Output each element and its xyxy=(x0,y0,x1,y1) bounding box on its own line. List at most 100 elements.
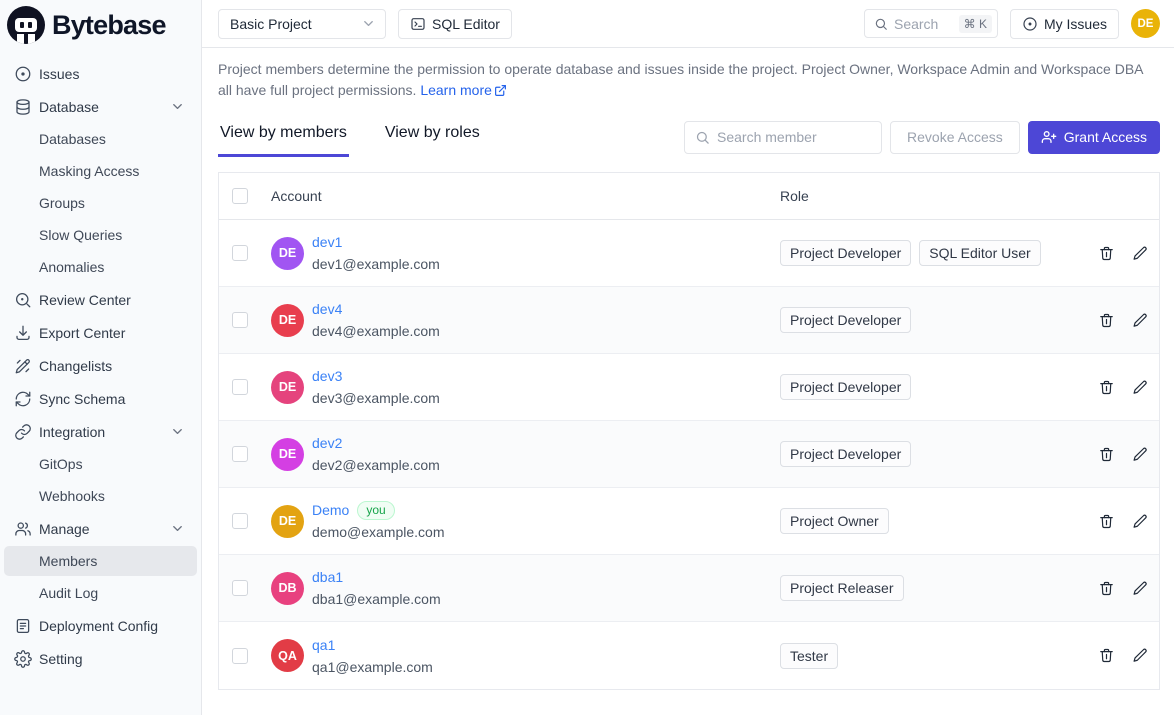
sidebar-item-gitops[interactable]: GitOps xyxy=(4,449,197,479)
sidebar-item-label: Setting xyxy=(39,651,83,667)
pencil-ruler-icon xyxy=(14,357,32,375)
role-chip: Project Developer xyxy=(780,240,911,266)
select-all-checkbox[interactable] xyxy=(232,188,248,204)
sidebar-item-review-center[interactable]: Review Center xyxy=(4,284,197,315)
delete-member-button[interactable] xyxy=(1098,513,1115,530)
search-input[interactable]: Search ⌘ K xyxy=(864,9,998,38)
member-name-link[interactable]: qa1 xyxy=(312,634,335,656)
edit-member-button[interactable] xyxy=(1132,580,1149,597)
sidebar-item-anomalies[interactable]: Anomalies xyxy=(4,252,197,282)
tab-view-by-roles[interactable]: View by roles xyxy=(383,118,482,157)
sidebar-item-databases[interactable]: Databases xyxy=(4,124,197,154)
role-chip: Project Developer xyxy=(780,374,911,400)
sidebar-item-label: Deployment Config xyxy=(39,618,158,634)
member-name-link[interactable]: dev4 xyxy=(312,298,342,320)
member-name-link[interactable]: dev3 xyxy=(312,365,342,387)
sidebar-item-deployment-config[interactable]: Deployment Config xyxy=(4,610,197,641)
link-icon xyxy=(14,423,32,441)
row-checkbox[interactable] xyxy=(232,312,248,328)
my-issues-label: My Issues xyxy=(1044,16,1107,32)
sidebar-item-export-center[interactable]: Export Center xyxy=(4,317,197,348)
member-name-link[interactable]: dev1 xyxy=(312,231,342,253)
sidebar-item-changelists[interactable]: Changelists xyxy=(4,350,197,381)
circle-dot-icon xyxy=(1022,16,1038,32)
user-avatar[interactable]: DE xyxy=(1131,9,1160,38)
download-icon xyxy=(14,324,32,342)
brand-logo[interactable]: Bytebase xyxy=(0,0,201,50)
column-header-role: Role xyxy=(761,188,1088,204)
row-checkbox[interactable] xyxy=(232,245,248,261)
grant-access-button[interactable]: Grant Access xyxy=(1028,121,1160,154)
chevron-down-icon xyxy=(361,16,376,31)
sidebar-item-manage[interactable]: Manage xyxy=(4,513,197,544)
main-area: Basic Project SQL Editor Search ⌘ K My I… xyxy=(202,0,1174,715)
sidebar-item-audit-log[interactable]: Audit Log xyxy=(4,578,197,608)
project-select-value: Basic Project xyxy=(230,16,312,32)
edit-member-button[interactable] xyxy=(1132,245,1149,262)
edit-member-button[interactable] xyxy=(1132,647,1149,664)
sidebar-item-label: Databases xyxy=(39,131,106,147)
role-chip: Tester xyxy=(780,643,838,669)
sidebar-item-slow-queries[interactable]: Slow Queries xyxy=(4,220,197,250)
table-row: QAqa1qa1@example.comTester xyxy=(219,622,1159,689)
edit-member-button[interactable] xyxy=(1132,513,1149,530)
app-window: Bytebase Issues Database Databases Masking … xyxy=(0,0,1174,715)
row-checkbox[interactable] xyxy=(232,580,248,596)
brand-name: Bytebase xyxy=(52,10,166,41)
members-page: Project members determine the permission… xyxy=(202,48,1174,715)
member-name-link[interactable]: Demo xyxy=(312,499,349,521)
row-checkbox[interactable] xyxy=(232,513,248,529)
tabs-row: View by members View by roles Search mem… xyxy=(218,116,1160,158)
sidebar-item-issues[interactable]: Issues xyxy=(4,58,197,89)
row-checkbox[interactable] xyxy=(232,648,248,664)
delete-member-button[interactable] xyxy=(1098,245,1115,262)
delete-member-button[interactable] xyxy=(1098,446,1115,463)
learn-more-link[interactable]: Learn more xyxy=(420,82,492,98)
edit-member-button[interactable] xyxy=(1132,312,1149,329)
sidebar-item-label: Groups xyxy=(39,195,85,211)
edit-member-button[interactable] xyxy=(1132,379,1149,396)
role-chip: Project Owner xyxy=(780,508,889,534)
sidebar-item-setting[interactable]: Setting xyxy=(4,643,197,674)
table-header: Account Role xyxy=(219,173,1159,220)
bytebase-logo-icon xyxy=(7,6,45,44)
sidebar-item-members[interactable]: Members xyxy=(4,546,197,576)
my-issues-button[interactable]: My Issues xyxy=(1010,9,1119,39)
sidebar-item-sync-schema[interactable]: Sync Schema xyxy=(4,383,197,414)
sidebar-item-masking-access[interactable]: Masking Access xyxy=(4,156,197,186)
member-email: dev2@example.com xyxy=(312,454,440,476)
terminal-icon xyxy=(410,16,426,32)
search-placeholder: Search xyxy=(894,16,953,32)
sidebar-item-database[interactable]: Database xyxy=(4,91,197,122)
member-name-link[interactable]: dba1 xyxy=(312,566,343,588)
table-row: DEDemoyoudemo@example.comProject Owner xyxy=(219,488,1159,555)
delete-member-button[interactable] xyxy=(1098,647,1115,664)
delete-member-button[interactable] xyxy=(1098,580,1115,597)
sidebar-item-groups[interactable]: Groups xyxy=(4,188,197,218)
revoke-access-button[interactable]: Revoke Access xyxy=(890,121,1020,154)
member-email: qa1@example.com xyxy=(312,656,433,678)
delete-member-button[interactable] xyxy=(1098,379,1115,396)
member-email: dev3@example.com xyxy=(312,387,440,409)
tab-view-by-members[interactable]: View by members xyxy=(218,118,349,157)
search-icon xyxy=(874,17,888,31)
sidebar-item-integration[interactable]: Integration xyxy=(4,416,197,447)
sidebar-item-label: Changelists xyxy=(39,358,112,374)
edit-member-button[interactable] xyxy=(1132,446,1149,463)
database-icon xyxy=(14,98,32,116)
sidebar-item-label: Issues xyxy=(39,66,79,82)
avatar: DE xyxy=(271,438,304,471)
delete-member-button[interactable] xyxy=(1098,312,1115,329)
role-chip: SQL Editor User xyxy=(919,240,1040,266)
member-name-link[interactable]: dev2 xyxy=(312,432,342,454)
sidebar-item-webhooks[interactable]: Webhooks xyxy=(4,481,197,511)
member-email: dev1@example.com xyxy=(312,253,440,275)
sql-editor-label: SQL Editor xyxy=(432,16,500,32)
table-body: DE dev1dev1@example.com Project Developer S… xyxy=(219,220,1159,689)
sql-editor-button[interactable]: SQL Editor xyxy=(398,9,512,39)
project-select[interactable]: Basic Project xyxy=(218,9,386,39)
sidebar-item-label: GitOps xyxy=(39,456,83,472)
row-checkbox[interactable] xyxy=(232,379,248,395)
row-checkbox[interactable] xyxy=(232,446,248,462)
search-member-input[interactable]: Search member xyxy=(684,121,882,154)
